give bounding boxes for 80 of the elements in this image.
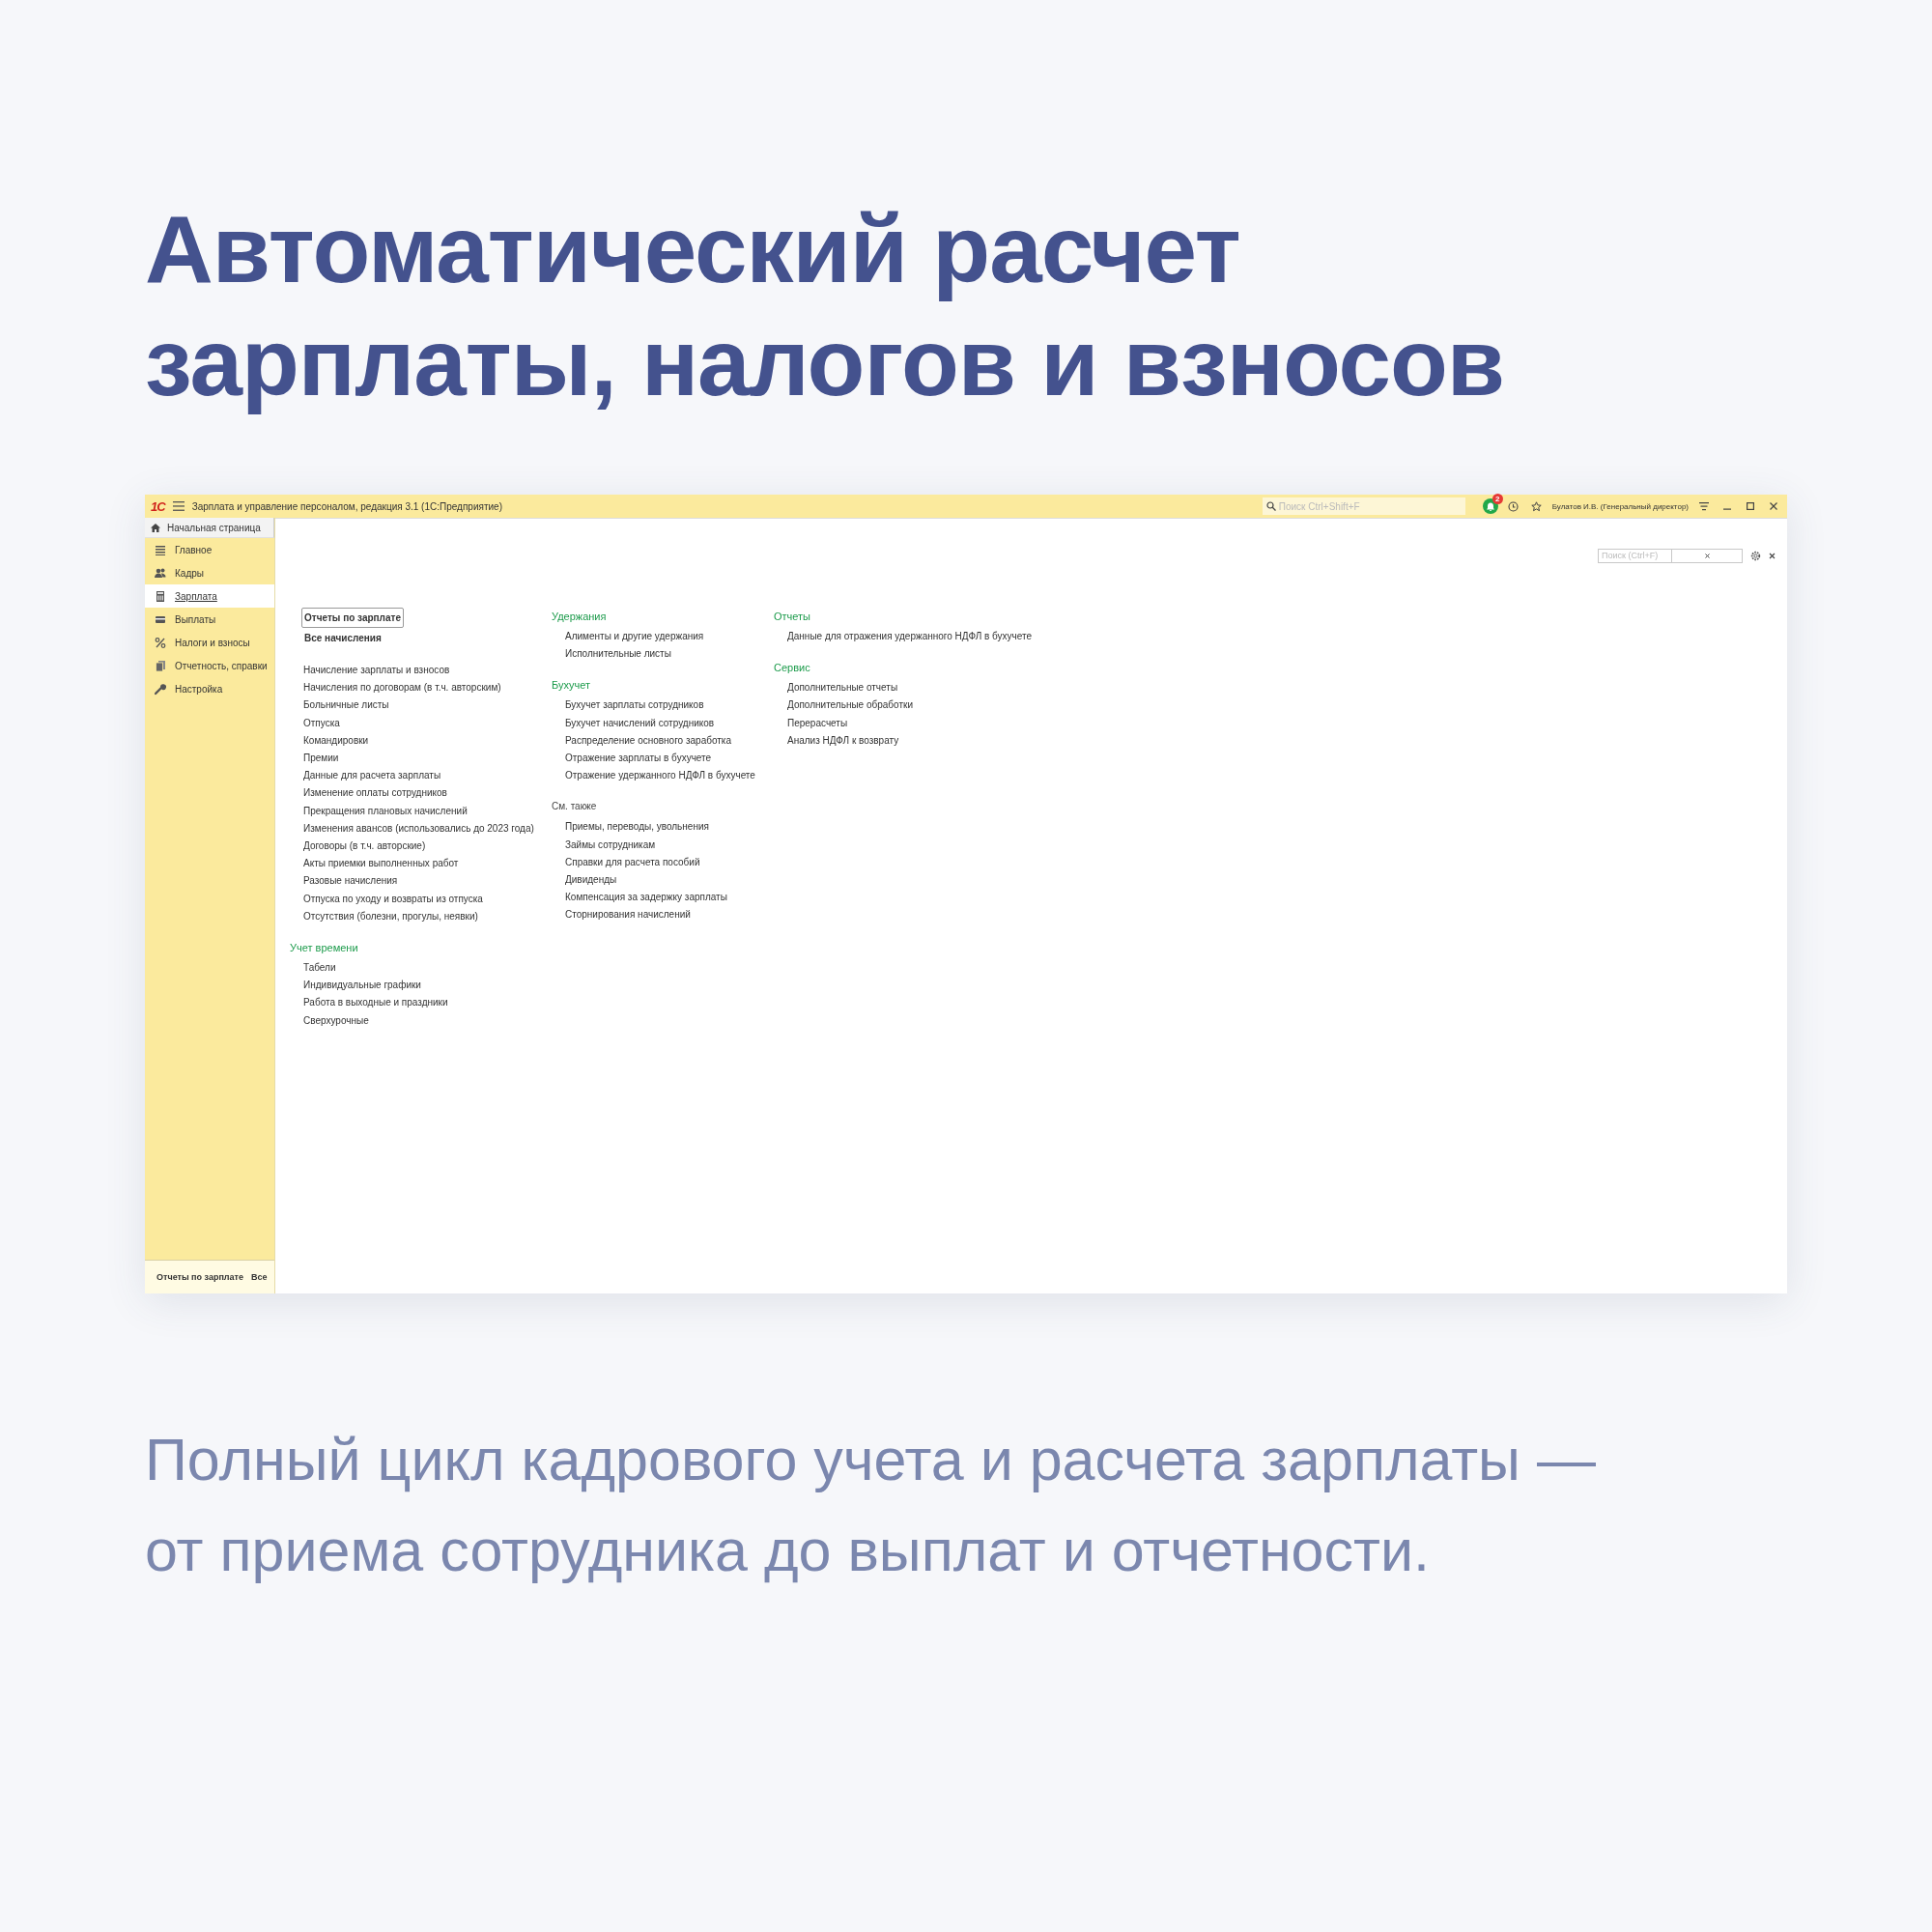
menu-link[interactable]: Займы сотрудникам (552, 836, 774, 854)
user-name: Булатов И.В. (Генеральный директор) (1551, 501, 1689, 511)
bell-icon (1486, 501, 1494, 511)
menu-link[interactable]: Данные для отражения удержанного НДФЛ в бухучете (774, 628, 1033, 646)
menu-link[interactable]: Премии (290, 750, 552, 768)
sidebar-item[interactable]: Кадры (145, 561, 274, 584)
menu-link[interactable]: Алименты и другие удержания (552, 628, 774, 646)
section-heading: См. также (552, 800, 598, 814)
close-icon[interactable] (1769, 552, 1776, 559)
window-title: Зарплата и управление персоналом, редакция 3.1 (1С:Предприятие) (191, 500, 502, 512)
menu-link[interactable]: Работа в выходные и праздники (290, 994, 552, 1012)
menu-link[interactable]: Данные для расчета зарплаты (290, 767, 552, 785)
section-heading: Учет времени (290, 941, 359, 956)
history-icon[interactable] (1508, 500, 1520, 512)
wrench-icon (155, 682, 166, 696)
documents-icon (155, 659, 166, 672)
menu-link[interactable]: Сторнирования начислений (552, 906, 774, 924)
menu-link[interactable]: Изменения авансов (использовались до 2023 года) (290, 819, 552, 838)
app-logo: 1С (151, 498, 165, 514)
slide-subtitle: Полный цикл кадрового учета и расчета зарплаты — от приема сотрудника до выплат и отчетности. (145, 1426, 1597, 1585)
section-heading: Удержания (552, 610, 608, 624)
sidebar-item[interactable]: Главное (145, 538, 274, 561)
maximize-icon[interactable] (1747, 502, 1754, 510)
home-icon (151, 523, 160, 532)
menu-link[interactable]: Акты приемки выполненных работ (290, 855, 552, 873)
menu-link[interactable]: Отсутствия (болезни, прогулы, неявки) (290, 907, 552, 926)
menu-link[interactable]: Договоры (в т.ч. авторские) (290, 838, 552, 856)
menu-link[interactable]: Табели (290, 959, 552, 978)
menu-link[interactable]: Справки для расчета пособий (552, 853, 774, 872)
section-heading: Сервис (774, 661, 811, 676)
menu-link[interactable]: Командировки (290, 731, 552, 750)
menu-link[interactable]: Отражение зарплаты в бухучете (552, 750, 774, 768)
menu-link[interactable]: Отпуска по уходу и возвраты из отпуска (290, 890, 552, 908)
settings-icon[interactable] (1750, 550, 1761, 561)
section-heading: Бухучет (552, 678, 591, 694)
close-icon[interactable] (1770, 502, 1777, 510)
section-heading: Отчеты (774, 610, 812, 624)
filter-menu-icon[interactable] (1699, 501, 1709, 511)
menu-link[interactable]: Анализ НДФЛ к возврату (774, 731, 1033, 750)
menu-link[interactable]: Отпуска (290, 714, 552, 732)
menu-link[interactable]: Отражение удержанного НДФЛ в бухучете (552, 767, 774, 785)
menu-link[interactable]: Бухучет начислений сотрудников (552, 714, 774, 732)
list-icon (155, 543, 166, 556)
bottom-link[interactable]: Все (251, 1272, 268, 1282)
menu-link[interactable]: Начисление зарплаты и взносов (290, 662, 552, 680)
report-link[interactable]: Отчеты по зарплате (301, 608, 404, 628)
menu-link[interactable]: Перерасчеты (774, 714, 1033, 732)
sidebar-item[interactable]: Зарплата (145, 584, 274, 608)
menu-link[interactable]: Разовые начисления (290, 872, 552, 891)
search-icon (1265, 501, 1276, 511)
notification-count: 2 (1492, 494, 1503, 504)
menu-link[interactable]: Дивиденды (552, 871, 774, 890)
report-link[interactable]: Все начисления (301, 628, 384, 648)
percent-icon (155, 636, 166, 649)
menu-icon[interactable] (172, 501, 185, 511)
menu-link[interactable]: Начисления по договорам (в т.ч. авторским) (290, 679, 552, 697)
bottom-link[interactable]: Отчеты по зарплате (156, 1272, 243, 1282)
menu-link[interactable]: Дополнительные отчеты (774, 679, 1033, 697)
menu-link[interactable]: Сверхурочные (290, 1011, 552, 1030)
sidebar-item[interactable]: Настройка (145, 677, 274, 700)
menu-link[interactable]: Компенсация за задержку зарплаты (552, 889, 774, 907)
sidebar-item[interactable]: Налоги и взносы (145, 631, 274, 654)
menu-link[interactable]: Исполнительные листы (552, 645, 774, 664)
sidebar-item[interactable]: Отчетность, справки (145, 654, 274, 677)
slide-title: Автоматический расчет зарплаты, налогов и взносов (145, 195, 1506, 417)
clear-icon[interactable] (1704, 553, 1710, 558)
menu-link[interactable]: Приемы, переводы, увольнения (552, 818, 774, 837)
people-icon (155, 566, 166, 580)
sidebar-item[interactable]: Выплаты (145, 608, 274, 631)
menu-link[interactable]: Распределение основного заработка (552, 731, 774, 750)
menu-link[interactable]: Индивидуальные графики (290, 977, 552, 995)
menu-link[interactable]: Бухучет зарплаты сотрудников (552, 696, 774, 715)
menu-link[interactable]: Изменение оплаты сотрудников (290, 784, 552, 803)
menu-link[interactable]: Дополнительные обработки (774, 696, 1033, 715)
notifications-button[interactable] (1482, 498, 1498, 514)
calculator-icon (155, 589, 166, 603)
menu-link[interactable]: Больничные листы (290, 696, 552, 715)
home-tab[interactable]: Начальная страница (145, 518, 274, 538)
menu-link[interactable]: Прекращения плановых начислений (290, 802, 552, 820)
star-icon[interactable] (1531, 500, 1543, 512)
